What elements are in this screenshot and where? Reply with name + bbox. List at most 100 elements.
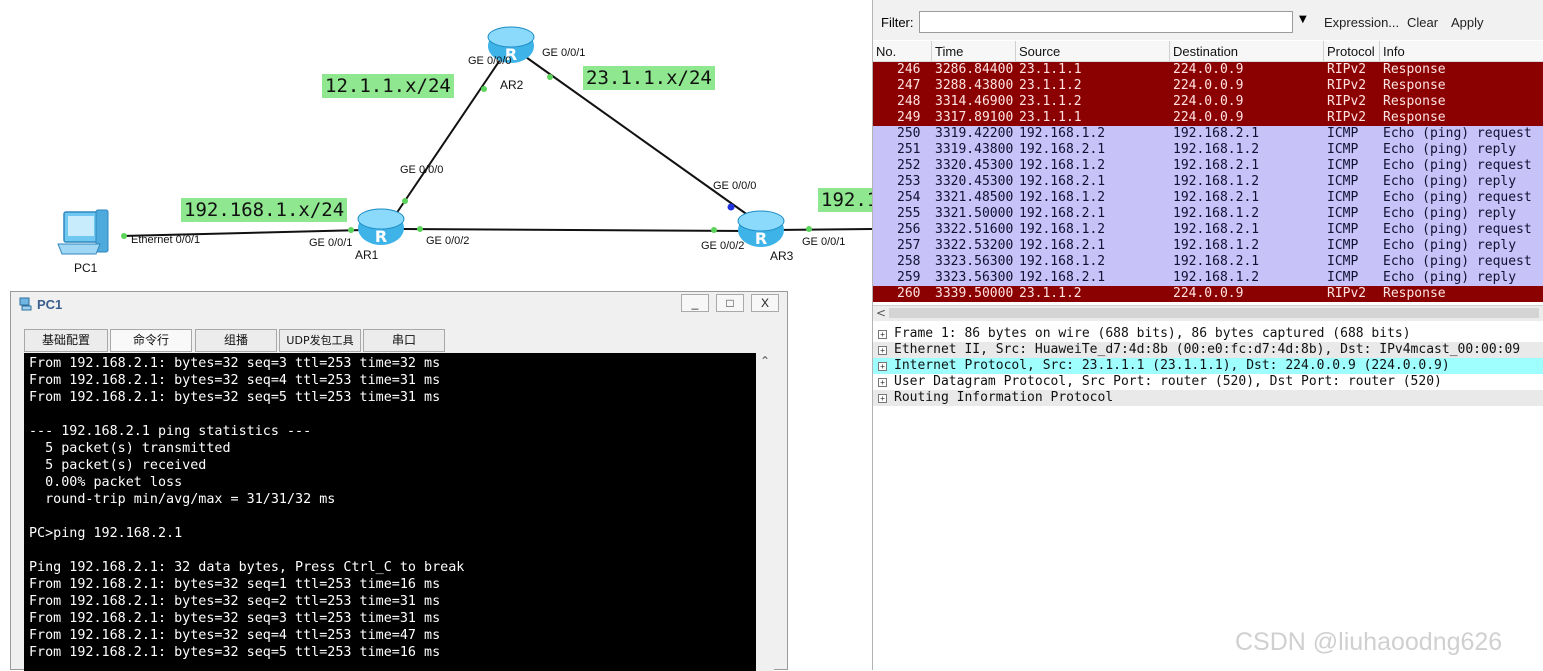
detail-row[interactable]: + Ethernet II, Src: HuaweiTe_d7:4d:8b (00…	[873, 342, 1543, 358]
packet-src: 192.168.2.1	[1019, 174, 1106, 189]
window-title: PC1	[37, 297, 63, 312]
apply-button[interactable]: Apply	[1451, 15, 1484, 30]
packet-row[interactable]: 247 3288.43800 23.1.1.2 224.0.0.9 RIPv2 Respo…	[873, 78, 1543, 94]
network-label-pc-lan[interactable]: 192.168.1.x/24	[181, 198, 348, 222]
expression-button[interactable]: Expression...	[1324, 15, 1399, 30]
minimize-button[interactable]: _	[681, 294, 709, 312]
filter-label: Filter:	[881, 15, 914, 30]
port-label-ar1-g001: GE 0/0/1	[309, 237, 353, 249]
packet-proto: ICMP	[1327, 270, 1359, 285]
packet-src: 192.168.1.2	[1019, 158, 1106, 173]
console-scrollbar[interactable]: ⌃	[756, 353, 774, 671]
expand-icon[interactable]: +	[878, 394, 887, 403]
window-titlebar[interactable]: PC1 _ □ X	[11, 292, 787, 316]
expand-icon[interactable]: +	[878, 330, 887, 339]
port-label-ar3-g001: GE 0/0/1	[802, 236, 846, 248]
col-time[interactable]: Time	[935, 44, 963, 59]
pc1-console-window[interactable]: PC1 _ □ X 基础配置 命令行 组播 UDP发包工具 串口 From 19…	[10, 291, 788, 671]
packet-proto: ICMP	[1327, 206, 1359, 221]
col-info[interactable]: Info	[1383, 44, 1405, 59]
packet-dst: 192.168.2.1	[1173, 158, 1260, 173]
packet-row[interactable]: 253 3320.45300 192.168.2.1 192.168.1.2 ICMP E…	[873, 174, 1543, 190]
tab-udp-tool[interactable]: UDP发包工具	[279, 329, 361, 352]
packet-row[interactable]: 255 3321.50000 192.168.2.1 192.168.1.2 ICMP E…	[873, 206, 1543, 222]
close-button[interactable]: X	[751, 294, 779, 312]
watermark: CSDN @liuhaoodng626	[1235, 628, 1503, 656]
col-no[interactable]: No.	[876, 44, 896, 59]
col-source[interactable]: Source	[1019, 44, 1060, 59]
filter-dropdown-icon[interactable]: ▼	[1299, 14, 1307, 25]
packet-list-hscrollbar[interactable]: <	[873, 305, 1543, 321]
packet-row[interactable]: 251 3319.43800 192.168.2.1 192.168.1.2 ICMP E…	[873, 142, 1543, 158]
port-label-ar1-g000: GE 0/0/0	[400, 164, 444, 176]
packet-dst: 224.0.0.9	[1173, 78, 1244, 93]
port-label-ar2-g000: GE 0/0/0	[468, 55, 512, 67]
packet-row[interactable]: 249 3317.89100 23.1.1.1 224.0.0.9 RIPv2 Respo…	[873, 110, 1543, 126]
packet-src: 192.168.2.1	[1019, 270, 1106, 285]
packet-proto: ICMP	[1327, 190, 1359, 205]
packet-info: Echo (ping) request	[1383, 222, 1532, 237]
packet-src: 192.168.2.1	[1019, 238, 1106, 253]
packet-src: 192.168.1.2	[1019, 190, 1106, 205]
packet-no: 256	[897, 222, 921, 237]
packet-row[interactable]: 257 3322.53200 192.168.2.1 192.168.1.2 ICMP E…	[873, 238, 1543, 254]
col-destination[interactable]: Destination	[1173, 44, 1238, 59]
expand-icon[interactable]: +	[878, 346, 887, 355]
packet-dst: 192.168.2.1	[1173, 254, 1260, 269]
clear-button[interactable]: Clear	[1407, 15, 1438, 30]
maximize-button[interactable]: □	[716, 294, 744, 312]
scroll-left-icon[interactable]: <	[876, 306, 886, 320]
scroll-up-icon[interactable]: ⌃	[760, 354, 770, 368]
packet-no: 247	[897, 78, 921, 93]
packet-row[interactable]: 254 3321.48500 192.168.1.2 192.168.2.1 ICMP E…	[873, 190, 1543, 206]
filter-input[interactable]	[919, 11, 1293, 33]
packet-list[interactable]: 246 3286.84400 23.1.1.1 224.0.0.9 RIPv2 Respo…	[873, 62, 1543, 302]
packet-info: Echo (ping) reply	[1383, 238, 1517, 253]
packet-details[interactable]: + Frame 1: 86 bytes on wire (688 bits), 8…	[873, 326, 1543, 416]
packet-proto: RIPv2	[1327, 110, 1367, 125]
tab-serial[interactable]: 串口	[363, 329, 445, 352]
packet-time: 3288.43800	[935, 78, 1014, 93]
tab-basic-config[interactable]: 基础配置	[24, 329, 108, 352]
port-label-ar1-g002: GE 0/0/2	[426, 235, 470, 247]
console-line: 5 packet(s) transmitted	[29, 441, 231, 456]
console-line: Ping 192.168.2.1: 32 data bytes, Press C…	[29, 560, 465, 575]
console-line: 0.00% packet loss	[29, 475, 183, 490]
packet-row[interactable]: 258 3323.56300 192.168.1.2 192.168.2.1 ICMP E…	[873, 254, 1543, 270]
expand-icon[interactable]: +	[878, 362, 887, 371]
packet-row[interactable]: 256 3322.51600 192.168.1.2 192.168.2.1 ICMP E…	[873, 222, 1543, 238]
link-ar3-right	[774, 228, 872, 231]
packet-time: 3314.46900	[935, 94, 1014, 109]
detail-row[interactable]: + Routing Information Protocol	[873, 390, 1543, 406]
packet-no: 251	[897, 142, 921, 157]
hscroll-thumb[interactable]	[889, 308, 1539, 318]
tab-multicast[interactable]: 组播	[195, 329, 277, 352]
network-label-ar2-ar3[interactable]: 23.1.1.x/24	[583, 66, 715, 90]
console-output[interactable]: From 192.168.2.1: bytes=32 seq=3 ttl=253…	[24, 353, 756, 671]
packet-dst: 192.168.1.2	[1173, 238, 1260, 253]
network-label-ar1-ar2[interactable]: 12.1.1.x/24	[322, 74, 454, 98]
tab-command-line[interactable]: 命令行	[110, 329, 192, 352]
detail-row[interactable]: + Internet Protocol, Src: 23.1.1.1 (23.1.…	[873, 358, 1543, 374]
packet-info: Echo (ping) request	[1383, 126, 1532, 141]
detail-text: Routing Information Protocol	[894, 390, 1114, 405]
port-label-pc1-eth: Ethernet 0/0/1	[131, 234, 201, 246]
topology-canvas[interactable]: R R R 12.1.1.x/24 23.1.1.x/24 192.168.1.…	[0, 0, 882, 290]
packet-row[interactable]: 246 3286.84400 23.1.1.1 224.0.0.9 RIPv2 Respo…	[873, 62, 1543, 78]
packet-row[interactable]: 259 3323.56300 192.168.2.1 192.168.1.2 ICMP E…	[873, 270, 1543, 286]
console-line: From 192.168.2.1: bytes=32 seq=4 ttl=253…	[29, 628, 441, 643]
packet-row[interactable]: 250 3319.42200 192.168.1.2 192.168.2.1 ICMP E…	[873, 126, 1543, 142]
detail-text: Frame 1: 86 bytes on wire (688 bits), 86…	[894, 326, 1411, 341]
packet-proto: RIPv2	[1327, 94, 1367, 109]
packet-row[interactable]: 260 3339.50000 23.1.1.2 224.0.0.9 RIPv2 Respo…	[873, 286, 1543, 302]
detail-row[interactable]: + User Datagram Protocol, Src Port: route…	[873, 374, 1543, 390]
packet-row[interactable]: 248 3314.46900 23.1.1.2 224.0.0.9 RIPv2 Respo…	[873, 94, 1543, 110]
packet-row[interactable]: 252 3320.45300 192.168.1.2 192.168.2.1 ICMP E…	[873, 158, 1543, 174]
col-protocol[interactable]: Protocol	[1327, 44, 1375, 59]
detail-row[interactable]: + Frame 1: 86 bytes on wire (688 bits), 8…	[873, 326, 1543, 342]
packet-time: 3319.42200	[935, 126, 1014, 141]
packet-src: 23.1.1.2	[1019, 286, 1082, 301]
expand-icon[interactable]: +	[878, 378, 887, 387]
packet-time: 3317.89100	[935, 110, 1014, 125]
